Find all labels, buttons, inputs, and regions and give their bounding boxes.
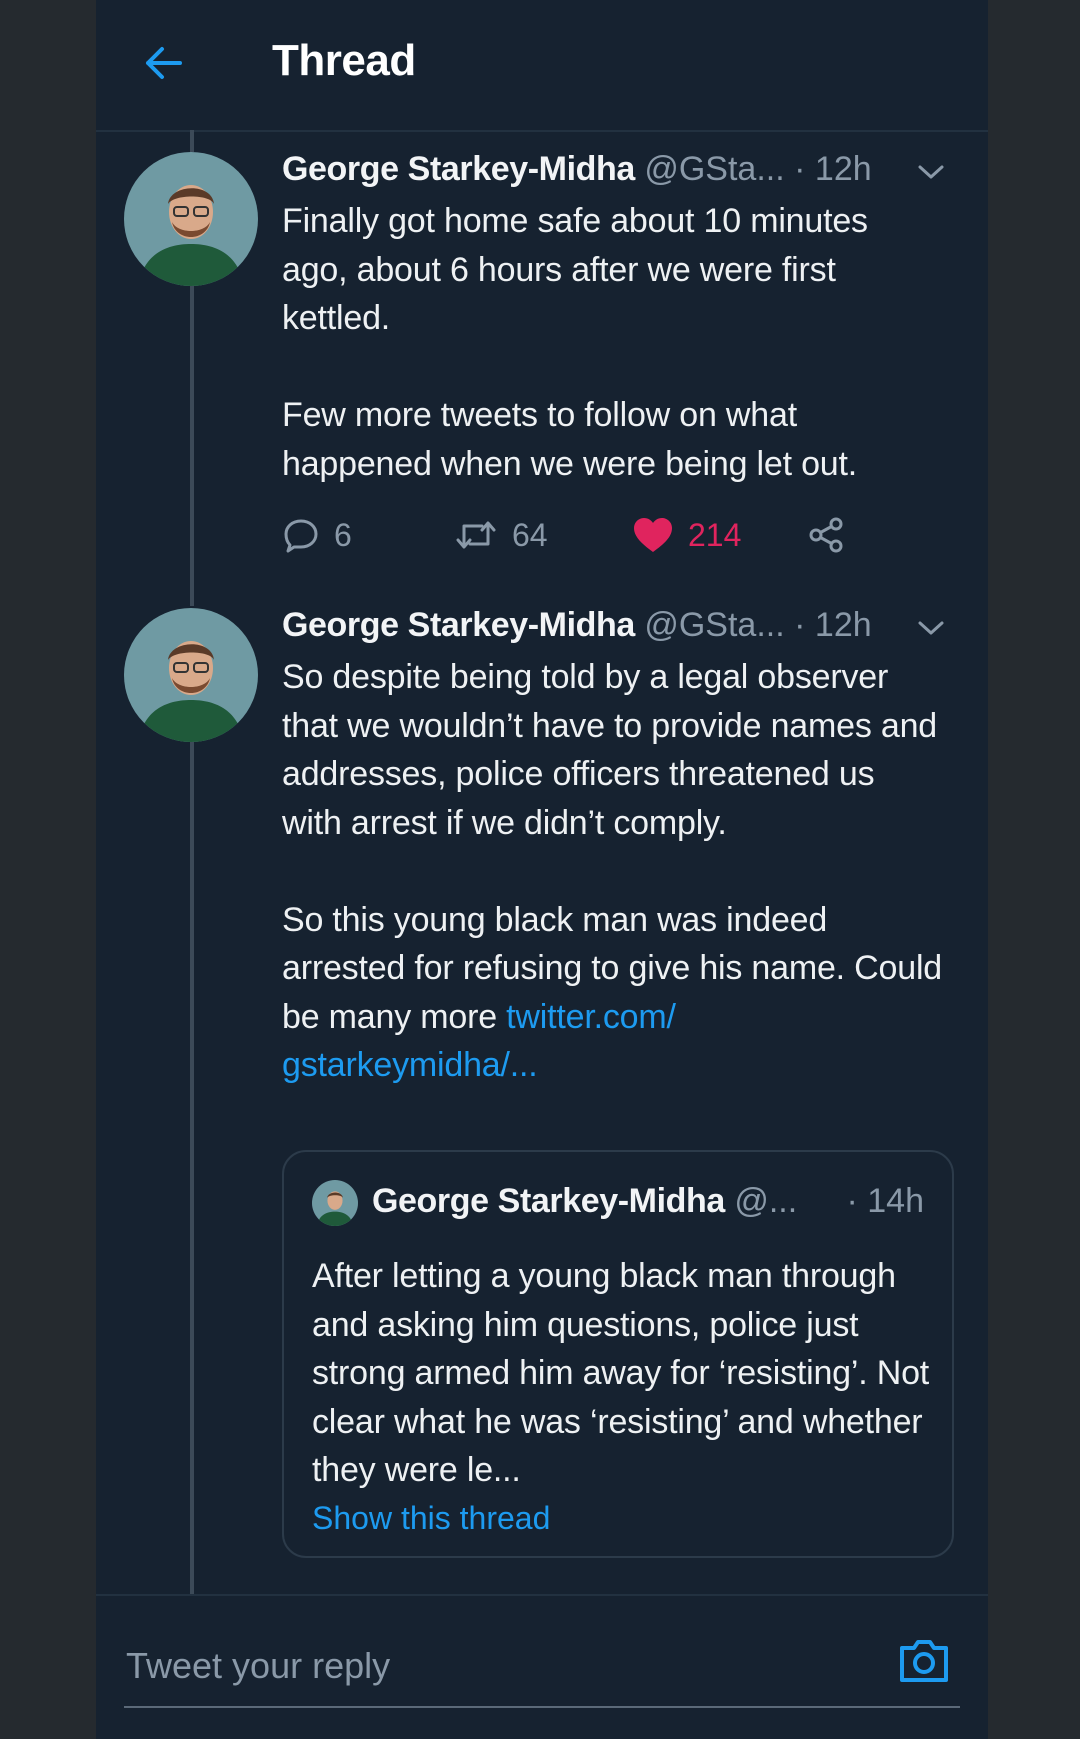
separator-dot: · (794, 606, 806, 644)
quoted-tweet-header: George Starkey-Midha @... (372, 1182, 797, 1221)
thread-connector (190, 286, 194, 606)
tweet-link[interactable]: gstarkeymidha/... (282, 1046, 538, 1084)
chevron-down-icon[interactable] (916, 162, 946, 182)
chevron-down-icon[interactable] (916, 618, 946, 638)
tweet-actions: 6 64 214 (282, 510, 922, 560)
page-title: Thread (272, 36, 416, 85)
camera-icon[interactable] (896, 1632, 952, 1688)
reply-underline (124, 1706, 960, 1708)
quoted-tweet[interactable]: George Starkey-Midha @... · 14h After le… (282, 1150, 954, 1558)
tweet-paragraph: Finally got home safe about 10 minutes a… (282, 202, 868, 337)
tweet-paragraph: So this young black man was indeed arres… (282, 896, 942, 1090)
retweet-icon (456, 521, 496, 549)
retweet-button[interactable]: 64 (454, 510, 548, 560)
author-name[interactable]: George Starkey-Midha (282, 150, 635, 188)
phone-screen: Thread George Starkey-Midha @GSta... · 1… (96, 0, 988, 1739)
separator-dot: · (794, 150, 806, 188)
tweet-text: So despite being told by a legal observe… (282, 653, 942, 1090)
avatar (312, 1180, 358, 1226)
tweet-time[interactable]: 12h (815, 606, 872, 644)
tweet-time[interactable]: 12h (815, 150, 872, 188)
reply-bar (96, 1594, 988, 1739)
reply-count: 6 (334, 516, 352, 553)
quoted-tweet-text: After letting a young black man through … (312, 1257, 930, 1489)
avatar[interactable] (124, 608, 258, 742)
thread-connector-top (190, 130, 194, 152)
tweet-text: Finally got home safe about 10 minutes a… (282, 197, 942, 488)
back-arrow-icon[interactable] (140, 40, 186, 86)
thread-header: Thread (96, 0, 988, 132)
reply-button[interactable]: 6 (282, 510, 352, 560)
heart-icon (634, 518, 672, 552)
tweet-header: George Starkey-Midha @GSta... · 12h (282, 606, 872, 645)
quoted-author-handle: @... (734, 1182, 798, 1220)
quoted-tweet-time: · 14h (846, 1182, 925, 1220)
author-handle[interactable]: @GSta... (644, 606, 784, 644)
tweet-paragraph: Few more tweets to follow on what happen… (282, 396, 858, 483)
reply-input[interactable] (124, 1640, 768, 1692)
tweet-paragraph: So despite being told by a legal observe… (282, 658, 938, 842)
quoted-author-name: George Starkey-Midha (372, 1182, 725, 1220)
avatar[interactable] (124, 152, 258, 286)
retweet-count: 64 (512, 516, 548, 553)
author-handle[interactable]: @GSta... (644, 150, 784, 188)
tweet-link[interactable]: twitter.com/ (506, 998, 676, 1036)
like-button[interactable]: 214 (632, 510, 741, 560)
thread-connector (190, 742, 194, 1594)
share-icon (809, 517, 843, 553)
like-count: 214 (688, 516, 742, 553)
share-button[interactable] (806, 510, 846, 560)
show-thread-link[interactable]: Show this thread (312, 1500, 550, 1537)
author-name[interactable]: George Starkey-Midha (282, 606, 635, 644)
tweet-header: George Starkey-Midha @GSta... · 12h (282, 150, 872, 189)
reply-icon (284, 519, 318, 553)
